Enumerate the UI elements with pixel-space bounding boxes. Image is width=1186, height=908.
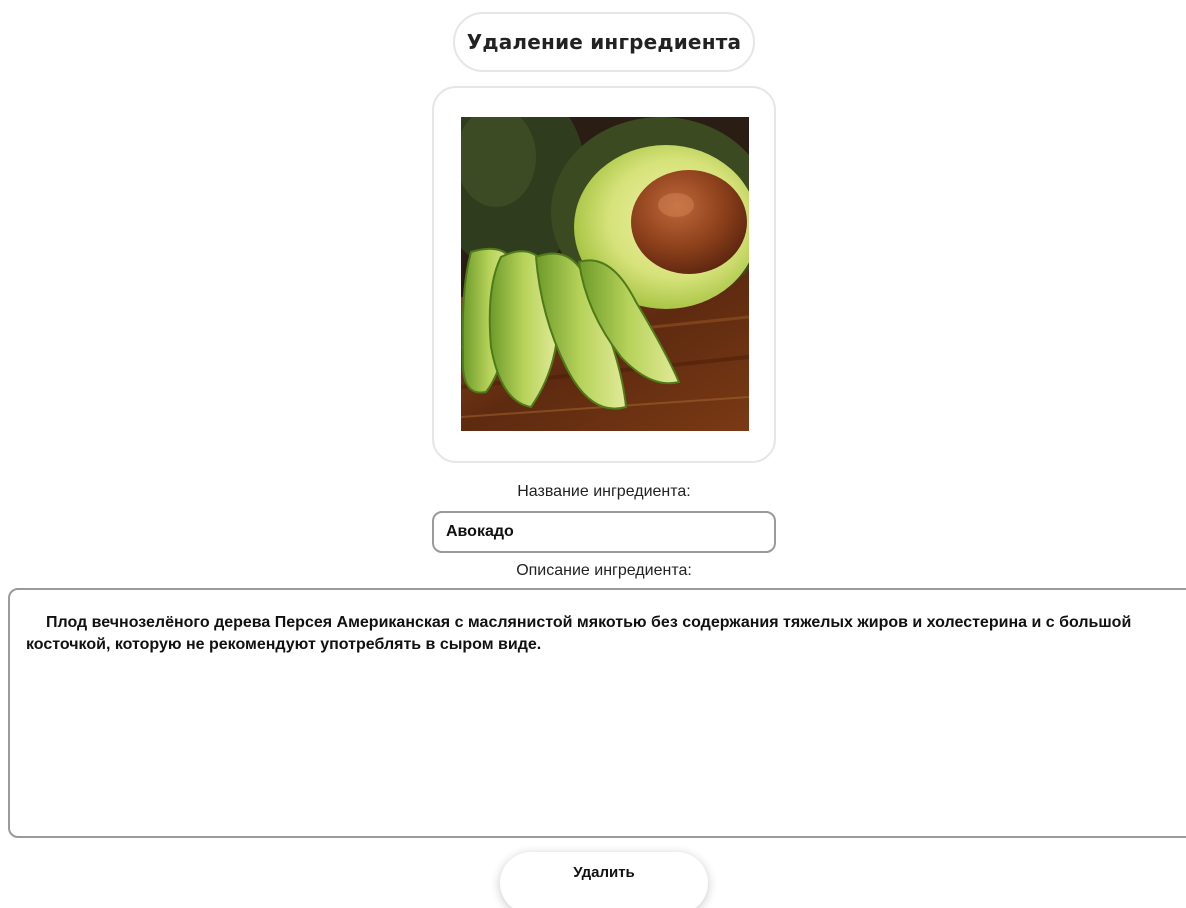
ingredient-description-field[interactable]: Плод вечнозелёного дерева Персея Америка… (8, 588, 1186, 838)
ingredient-description-label: Описание ингредиента: (516, 562, 692, 579)
ingredient-name-label: Название ингредиента: (517, 483, 691, 500)
page-title: Удаление ингредиента (453, 12, 755, 72)
ingredient-image (461, 117, 749, 431)
delete-ingredient-page: Удаление ингредиента Название ингредиент… (0, 0, 1186, 908)
ingredient-name-field[interactable] (432, 511, 776, 553)
delete-button[interactable]: Удалить (500, 852, 708, 908)
ingredient-image-card (432, 86, 776, 463)
